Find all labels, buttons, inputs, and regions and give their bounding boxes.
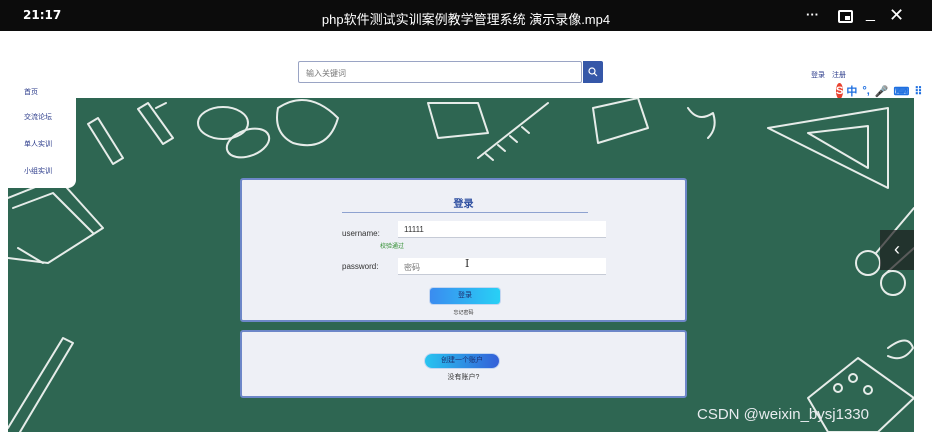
no-account-text: 没有账户? — [447, 374, 480, 381]
username-label: username: — [342, 229, 380, 238]
auth-links: 登录 注册 — [811, 70, 851, 80]
username-field[interactable]: 11111 — [398, 221, 606, 238]
signup-card: 创建一个账户 没有账户? — [240, 330, 687, 398]
login-heading: 登录 — [453, 199, 474, 210]
register-link[interactable]: 注册 — [832, 72, 846, 79]
picture-in-picture-icon[interactable] — [838, 10, 853, 23]
search-input[interactable]: 输入关键词 — [298, 61, 582, 83]
validation-message: 校验通过 — [380, 244, 405, 250]
sidebar-item-group-training[interactable]: 小组实训 — [8, 166, 76, 176]
minimize-button[interactable]: _ — [866, 5, 875, 23]
ime-grid-icon[interactable]: ⠿ — [914, 85, 922, 98]
forgot-password-link[interactable]: 忘记密码 — [242, 309, 685, 316]
search-button[interactable] — [583, 61, 603, 83]
login-button[interactable]: 登录 — [430, 288, 500, 304]
create-account-button[interactable]: 创建一个账户 — [425, 354, 499, 368]
sidebar-item-forum[interactable]: 交流论坛 — [8, 112, 76, 122]
login-card: 登录 username: 11111 校验通过 password: 密码 I 登… — [240, 178, 687, 322]
sidebar-item-solo-training[interactable]: 单人实训 — [8, 139, 76, 149]
heading-divider — [342, 212, 588, 213]
more-options-icon[interactable]: ··· — [806, 7, 819, 22]
sogou-logo-icon[interactable]: S — [836, 83, 844, 99]
sidebar-menu: 首页 交流论坛 单人实训 小组实训 — [8, 82, 76, 188]
sidebar-item-home[interactable]: 首页 — [8, 87, 76, 97]
ime-chinese-mode[interactable]: 中 — [846, 83, 857, 99]
login-link[interactable]: 登录 — [811, 72, 825, 79]
watermark-text: CSDN @weixin_bysj1330 — [697, 406, 869, 423]
side-collapse-arrow[interactable]: ‹ — [880, 230, 914, 270]
close-button[interactable]: ✕ — [889, 5, 904, 26]
text-cursor-icon: I — [465, 257, 470, 270]
search-placeholder: 输入关键词 — [306, 69, 346, 78]
ime-microphone-icon[interactable]: 🎤 — [875, 85, 889, 98]
video-title-bar: 21:17 php软件测试实训案例教学管理系统 演示录像.mp4 ··· _ ✕ — [0, 0, 932, 31]
password-label: password: — [342, 262, 379, 271]
ime-punctuation-icon[interactable]: °, — [862, 85, 869, 97]
ime-keyboard-icon[interactable]: ⌨ — [894, 85, 910, 98]
search-icon — [588, 67, 598, 77]
video-title: php软件测试实训案例教学管理系统 演示录像.mp4 — [321, 12, 611, 27]
site-header: 输入关键词 登录 注册 — [8, 31, 914, 98]
password-field[interactable]: 密码 — [398, 258, 606, 275]
